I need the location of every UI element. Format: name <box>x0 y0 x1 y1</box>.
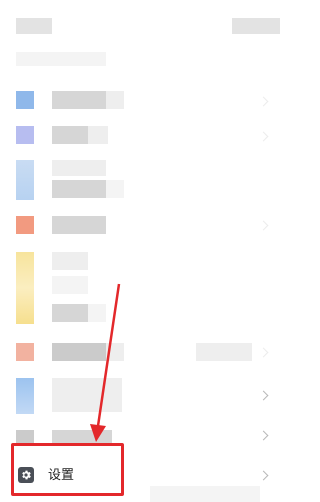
annotation-arrow <box>90 283 121 442</box>
